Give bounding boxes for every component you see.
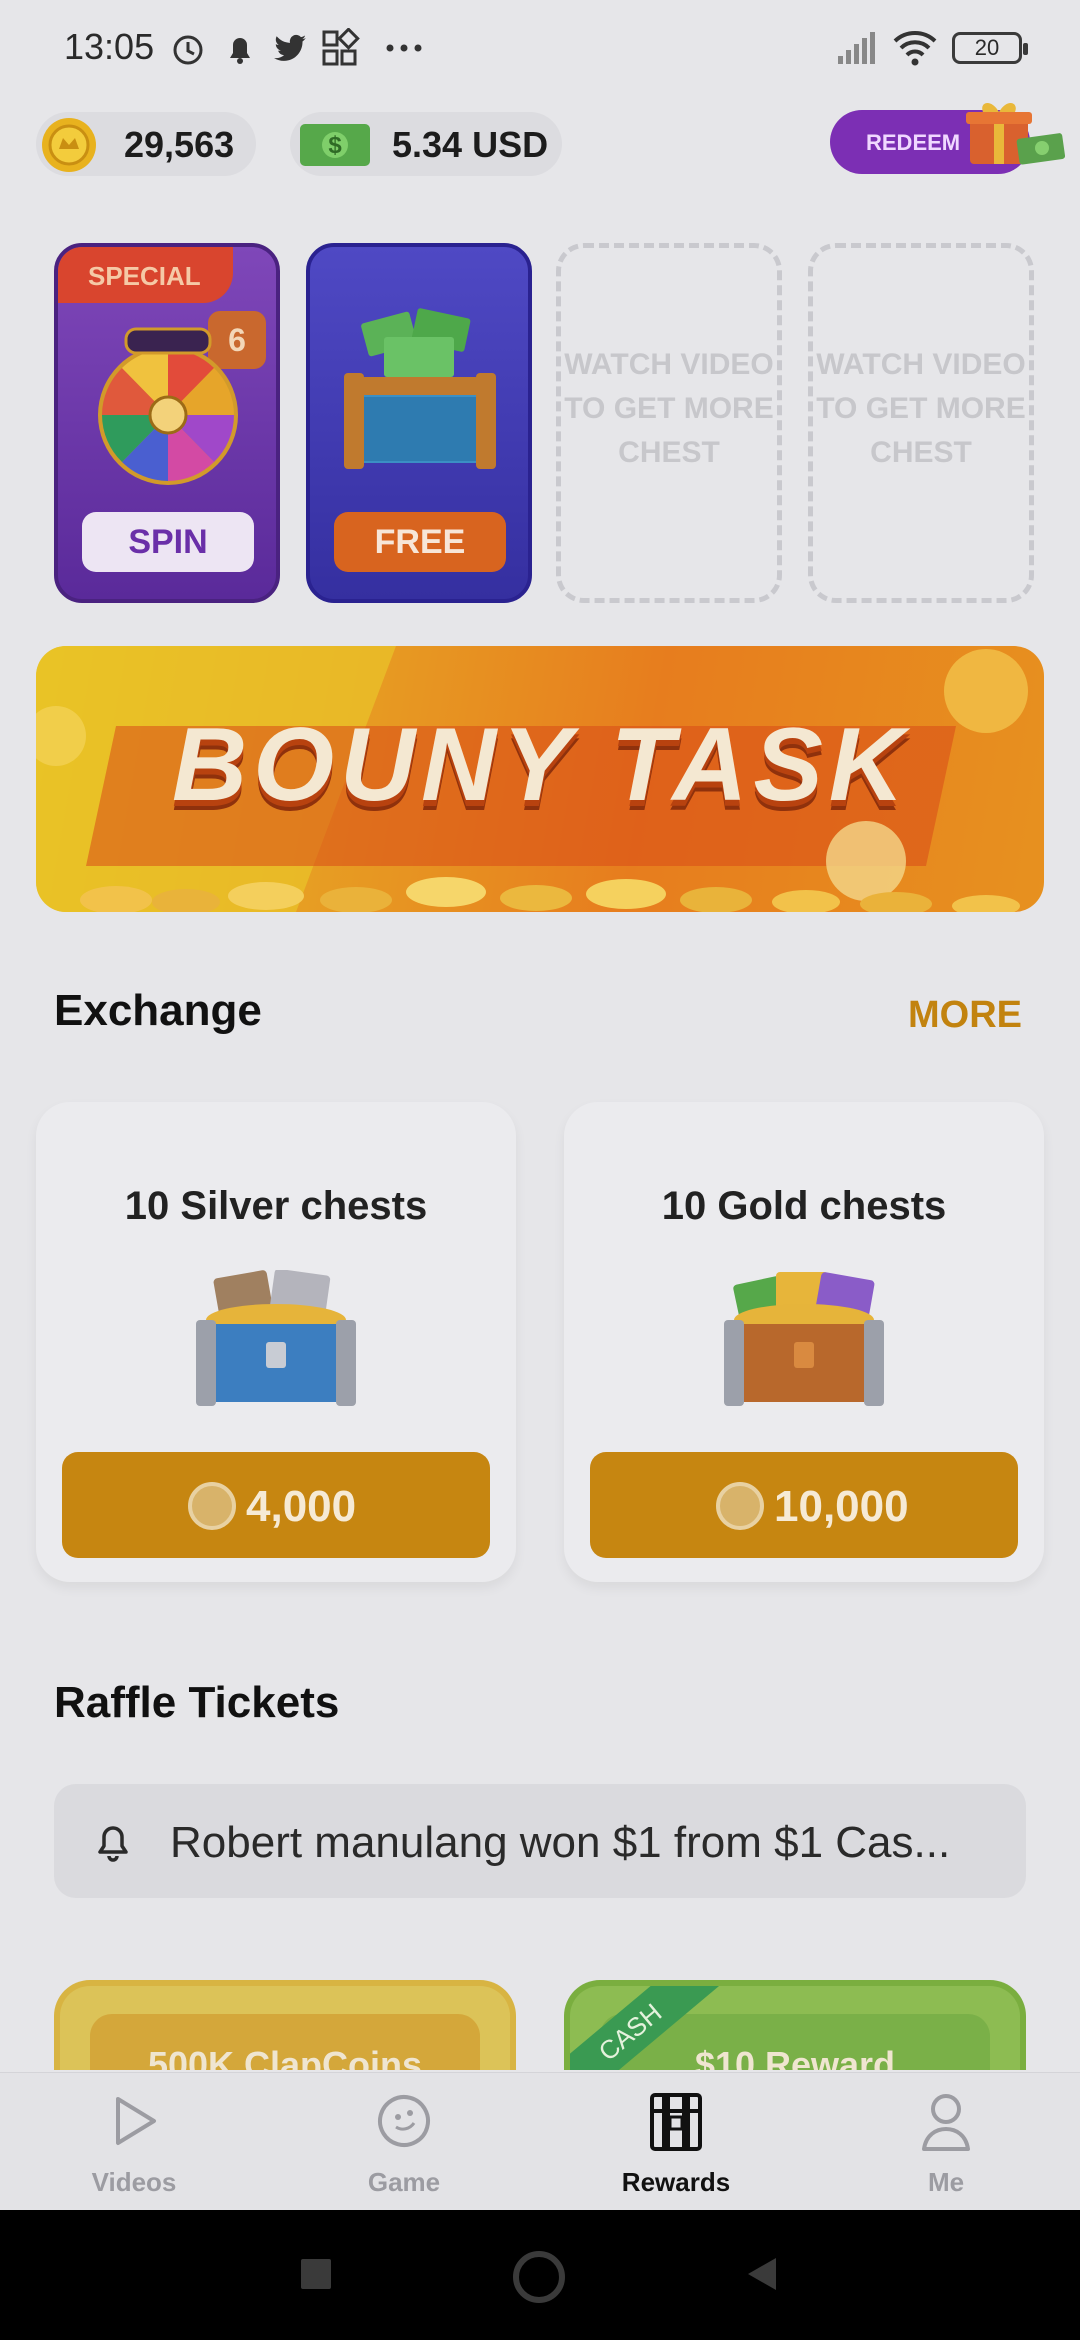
special-spin-card[interactable]: SPECIAL 6 SPIN xyxy=(54,243,280,603)
exchange-item-silver[interactable]: 10 Silver chests 4,000 xyxy=(36,1102,516,1582)
mega-wheel-icon xyxy=(98,327,238,485)
recents-square-icon[interactable] xyxy=(298,2256,334,2292)
banner-title: BOUNY TASK xyxy=(172,707,910,823)
status-bar: 13:05 20 xyxy=(0,0,1080,96)
signal-icon xyxy=(838,32,875,64)
nav-label: Game xyxy=(367,2167,441,2197)
winner-ticker: Robert manulang won $1 from $1 Cas... xyxy=(54,1784,1026,1898)
free-chest-button[interactable]: FREE xyxy=(334,512,506,572)
coin-pile-decoration xyxy=(80,877,1020,912)
gift-box-icon xyxy=(966,102,1066,165)
system-nav-bar xyxy=(0,2210,1080,2340)
wifi-icon xyxy=(893,31,937,66)
watch-video-text: WATCH VIDEO TO GET MORE CHEST xyxy=(564,348,774,469)
nav-rewards[interactable]: Rewards xyxy=(586,2073,766,2211)
empty-chest-slot[interactable]: WATCH VIDEO TO GET MORE CHEST xyxy=(556,243,782,603)
nav-label: Rewards xyxy=(621,2167,731,2197)
exchange-more-link[interactable]: MORE xyxy=(908,994,1022,1037)
coin-icon xyxy=(188,1482,236,1530)
raffle-card-label: $10 Reward xyxy=(694,2044,896,2070)
raffle-card-cash[interactable]: CASH $10 Reward xyxy=(564,1980,1026,2070)
nav-me[interactable]: Me xyxy=(856,2073,1036,2211)
twitter-icon xyxy=(274,34,306,61)
exchange-price: 10,000 xyxy=(774,1482,909,1531)
watch-video-text: WATCH VIDEO TO GET MORE CHEST xyxy=(816,348,1026,469)
cash-bill-icon: $ xyxy=(300,124,370,166)
cash-chest-icon xyxy=(344,308,496,469)
app-grid-icon xyxy=(322,28,360,66)
svg-text:$: $ xyxy=(328,132,342,159)
more-dots-icon xyxy=(386,44,422,52)
nav-videos[interactable]: Videos xyxy=(44,2073,224,2211)
cash-balance[interactable]: $ 5.34 USD xyxy=(290,112,562,176)
exchange-item-gold[interactable]: 10 Gold chests 10,000 xyxy=(564,1102,1044,1582)
back-triangle-icon[interactable] xyxy=(742,2254,782,2294)
exchange-item-label: 10 Gold chests xyxy=(661,1184,947,1228)
spin-button[interactable]: SPIN xyxy=(82,512,254,572)
bounty-task-banner[interactable]: BOUNY TASK xyxy=(36,646,1044,912)
raffle-card-clapcoins[interactable]: 500K ClapCoins xyxy=(54,1980,516,2070)
cash-balance-value: 5.34 USD xyxy=(392,124,549,165)
gold-chest-icon xyxy=(724,1272,884,1406)
play-icon xyxy=(116,2097,156,2145)
silver-chest-icon xyxy=(196,1270,356,1406)
exchange-title: Exchange xyxy=(54,986,262,1035)
coin-icon xyxy=(716,1482,764,1530)
bottom-nav: Videos Game Rewards Me xyxy=(0,2072,1080,2210)
notification-bell-icon xyxy=(230,38,250,64)
nav-label: Videos xyxy=(91,2167,177,2197)
battery-indicator: 20 xyxy=(952,32,1028,64)
treasure-chest-icon xyxy=(650,2093,702,2151)
gold-coin-icon xyxy=(42,118,96,172)
exchange-price: 4,000 xyxy=(246,1482,357,1531)
nav-label: Me xyxy=(927,2167,965,2197)
alarm-icon xyxy=(173,35,203,65)
exchange-item-label: 10 Silver chests xyxy=(124,1184,428,1228)
person-icon xyxy=(922,2094,970,2151)
winner-ticker-text: Robert manulang won $1 from $1 Cas... xyxy=(170,1818,951,1867)
raffle-title: Raffle Tickets xyxy=(54,1678,340,1727)
home-circle-icon[interactable] xyxy=(512,2250,566,2304)
special-tag: SPECIAL xyxy=(58,247,233,303)
exchange-buy-button[interactable]: 10,000 xyxy=(590,1452,1018,1558)
free-chest-card[interactable]: FREE xyxy=(306,243,532,603)
game-icon xyxy=(378,2095,430,2147)
coin-balance[interactable]: 29,563 xyxy=(36,112,256,176)
raffle-card-label: 500K ClapCoins xyxy=(147,2044,423,2070)
empty-chest-slot[interactable]: WATCH VIDEO TO GET MORE CHEST xyxy=(808,243,1034,603)
redeem-label: REDEEM xyxy=(866,130,961,155)
coin-balance-value: 29,563 xyxy=(124,124,235,165)
bell-icon xyxy=(98,1826,128,1862)
exchange-buy-button[interactable]: 4,000 xyxy=(62,1452,490,1558)
clock: 13:05 xyxy=(64,26,155,67)
nav-game[interactable]: Game xyxy=(314,2073,494,2211)
